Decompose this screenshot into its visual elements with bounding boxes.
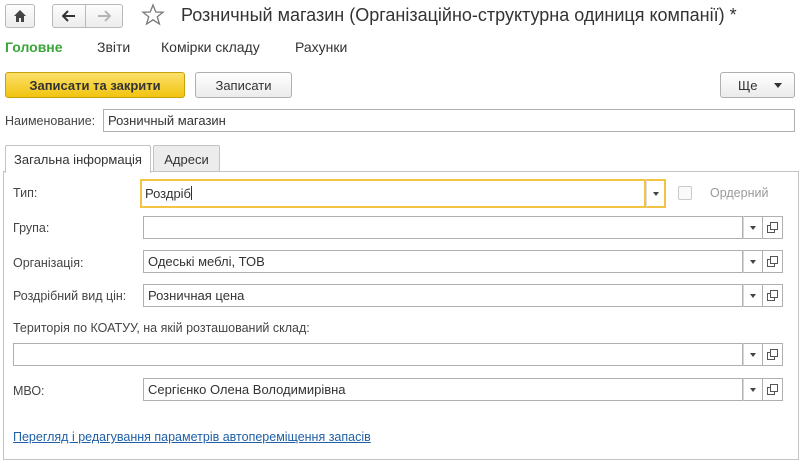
- save-button[interactable]: Записати: [195, 72, 292, 98]
- arrow-left-icon: [62, 10, 75, 22]
- group-dropdown-button[interactable]: [743, 216, 763, 239]
- tab-main[interactable]: Головне: [5, 39, 63, 55]
- price-type-dropdown-button[interactable]: [743, 284, 763, 307]
- name-input[interactable]: Розничный магазин: [103, 109, 795, 132]
- group-open-button[interactable]: [763, 216, 783, 239]
- mvo-dropdown-button[interactable]: [743, 378, 763, 401]
- save-and-close-button[interactable]: Записати та закрити: [5, 72, 185, 98]
- name-label: Наименование:: [5, 114, 96, 128]
- open-window-icon: [767, 222, 778, 233]
- home-icon: [14, 10, 26, 22]
- favorite-button[interactable]: [141, 3, 165, 30]
- ordered-label: Ордерний: [710, 186, 769, 200]
- type-label: Тип:: [13, 186, 38, 200]
- tab-accounts[interactable]: Рахунки: [295, 39, 347, 55]
- group-input[interactable]: [143, 216, 743, 239]
- arrow-right-icon: [98, 10, 111, 22]
- text-caret: [191, 186, 193, 200]
- open-window-icon: [767, 256, 778, 267]
- mvo-label: МВО:: [13, 384, 45, 398]
- price-type-open-button[interactable]: [763, 284, 783, 307]
- open-window-icon: [767, 290, 778, 301]
- koatuu-dropdown-button[interactable]: [743, 343, 763, 366]
- back-button[interactable]: [52, 4, 86, 28]
- tab-addresses[interactable]: Адреси: [153, 145, 220, 172]
- chevron-down-icon: [750, 352, 756, 357]
- auto-transfer-settings-link[interactable]: Перегляд і редагування параметрів автопе…: [13, 430, 371, 444]
- organization-dropdown-button[interactable]: [743, 250, 763, 273]
- tab-storage-cells[interactable]: Комірки складу: [161, 39, 260, 55]
- mvo-input[interactable]: Сергієнко Олена Володимирівна: [143, 378, 743, 401]
- chevron-down-icon: [750, 259, 756, 264]
- organization-input[interactable]: Одеські меблі, ТОВ: [143, 250, 743, 273]
- general-info-panel: [3, 171, 799, 460]
- tab-reports[interactable]: Звіти: [97, 39, 130, 55]
- more-button[interactable]: Ще: [720, 72, 795, 98]
- koatuu-open-button[interactable]: [763, 343, 783, 366]
- chevron-down-icon: [774, 83, 782, 88]
- price-type-label: Роздрібний вид цін:: [13, 289, 127, 303]
- group-label: Група:: [13, 221, 50, 235]
- price-type-input[interactable]: Розничная цена: [143, 284, 743, 307]
- organization-label: Організація:: [13, 256, 84, 270]
- chevron-down-icon: [750, 225, 756, 230]
- type-input[interactable]: Роздріб: [140, 179, 646, 208]
- forward-button[interactable]: [85, 4, 123, 28]
- open-window-icon: [767, 349, 778, 360]
- chevron-down-icon: [750, 293, 756, 298]
- star-icon: [141, 3, 165, 26]
- more-label: Ще: [738, 77, 758, 93]
- mvo-open-button[interactable]: [763, 378, 783, 401]
- tab-general-info[interactable]: Загальна інформація: [5, 145, 151, 173]
- organization-open-button[interactable]: [763, 250, 783, 273]
- chevron-down-icon: [652, 191, 659, 196]
- type-dropdown-button[interactable]: [646, 179, 666, 208]
- window-title: Розничный магазин (Організаційно-структу…: [181, 5, 737, 25]
- koatuu-input[interactable]: [13, 343, 743, 366]
- chevron-down-icon: [750, 387, 756, 392]
- open-window-icon: [767, 384, 778, 395]
- home-button[interactable]: [5, 4, 35, 28]
- ordered-checkbox[interactable]: [678, 186, 692, 200]
- koatuu-label: Територія по КОАТУУ, на якій розташовани…: [13, 321, 310, 335]
